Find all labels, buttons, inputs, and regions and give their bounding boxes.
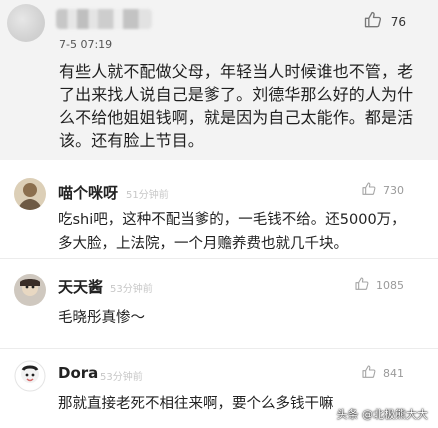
top-like-count: 76 [390, 15, 406, 29]
divider [0, 258, 438, 259]
watermark: 头条 @北极熊大大 [336, 408, 429, 421]
comment-time: 53分钟前 [110, 284, 153, 295]
like-button[interactable]: 841 [361, 364, 404, 383]
top-comment-card: 7-5 07:19 76 有些人就不配做父母，年轻当人时候谁也不管，老了出来找人… [0, 0, 438, 160]
thumbs-up-icon [361, 364, 377, 383]
avatar-icon[interactable] [14, 178, 46, 210]
avatar-icon[interactable] [14, 360, 46, 392]
top-comment-avatar[interactable] [7, 4, 45, 42]
like-count: 730 [383, 184, 404, 197]
comment-time: 53分钟前 [100, 372, 143, 383]
like-button[interactable]: 730 [361, 181, 404, 200]
avatar-icon[interactable] [14, 274, 46, 306]
comment-item: 天天酱 53分钟前 1085 毛晓彤真惨～ [0, 266, 438, 346]
top-comment-timestamp: 7-5 07:19 [59, 38, 113, 51]
commenter-name[interactable]: Dora [58, 364, 98, 382]
comment-item: 喵个咪呀 51分钟前 730 吃shi吧，这种不配当爹的，一毛钱不给。还5000… [0, 168, 438, 256]
top-like-button[interactable]: 76 [363, 10, 406, 34]
divider [0, 348, 438, 349]
thumbs-up-icon [363, 10, 383, 34]
comment-text: 吃shi吧，这种不配当爹的，一毛钱不给。还5000万，多大脸，上法院，一个月赡养… [58, 212, 406, 252]
like-count: 1085 [376, 279, 404, 292]
thumbs-up-icon [354, 276, 370, 295]
comment-time: 51分钟前 [126, 190, 169, 201]
comment-text: 毛晓彤真惨～ [58, 310, 145, 326]
like-count: 841 [383, 367, 404, 380]
like-button[interactable]: 1085 [354, 276, 404, 295]
thumbs-up-icon [361, 181, 377, 200]
commenter-name[interactable]: 喵个咪呀 [58, 182, 118, 203]
commenter-name[interactable]: 天天酱 [58, 276, 103, 297]
comments-screen: 7-5 07:19 76 有些人就不配做父母，年轻当人时候谁也不管，老了出来找人… [0, 0, 438, 428]
top-comment-text: 有些人就不配做父母，年轻当人时候谁也不管，老了出来找人说自己是爹了。刘德华那么好… [59, 62, 414, 150]
blurred-username [56, 9, 152, 29]
